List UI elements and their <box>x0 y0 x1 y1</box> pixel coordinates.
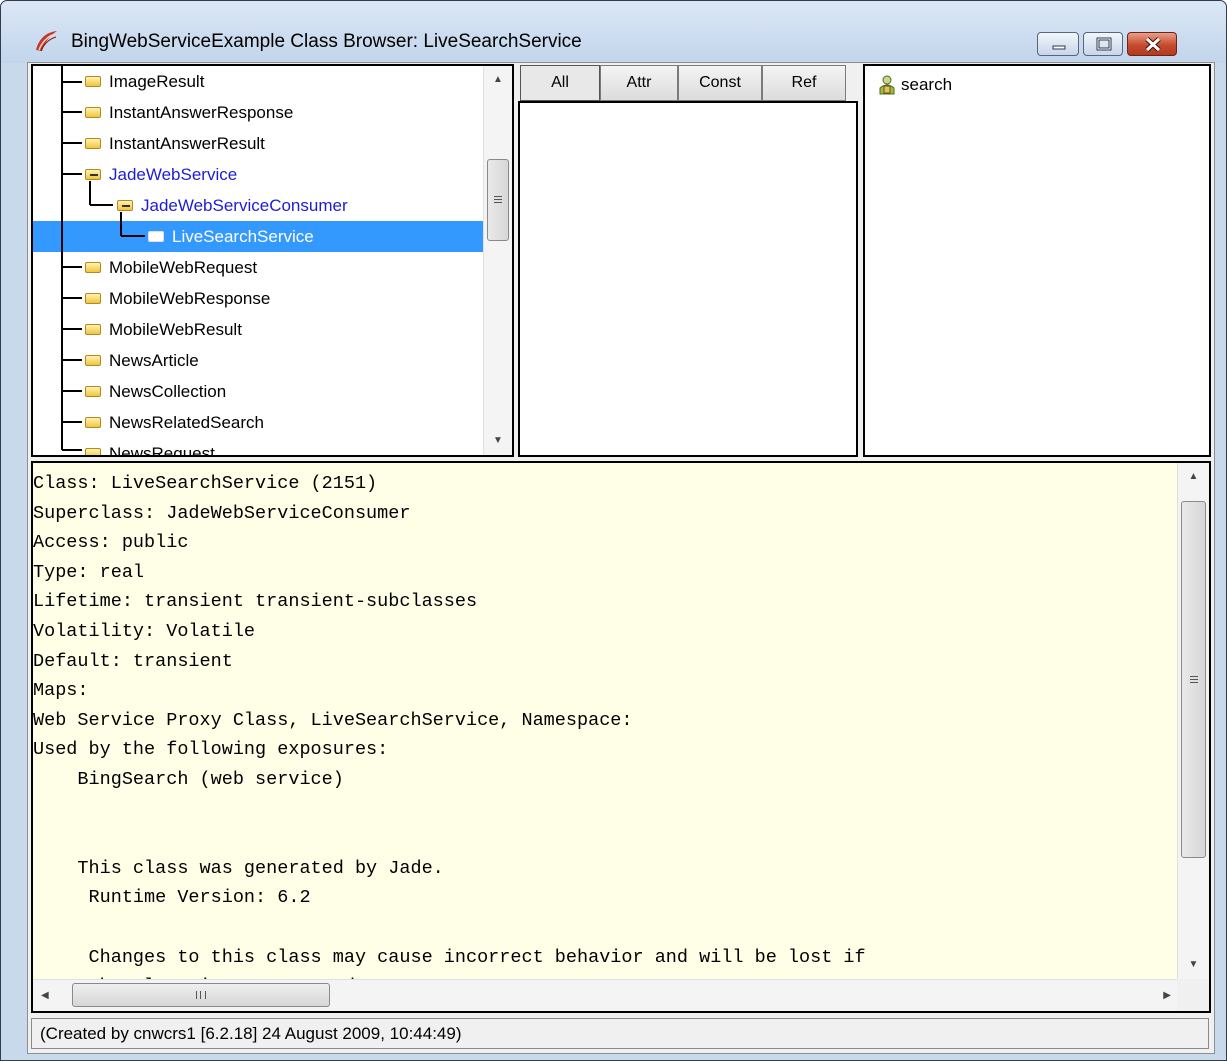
minimize-button[interactable] <box>1037 32 1079 56</box>
definition-line: Default: transient <box>33 650 233 672</box>
definition-line: This class was generated by Jade. <box>33 857 444 879</box>
tree-item-label: JadeWebService <box>109 165 238 184</box>
jade-app-icon <box>36 31 57 52</box>
tab-ref[interactable]: Ref <box>762 65 846 101</box>
tree-item-label: MobileWebRequest <box>109 258 258 277</box>
definition-line: Superclass: JadeWebServiceConsumer <box>33 502 411 524</box>
tree-scroll-thumb[interactable] <box>487 159 509 241</box>
expanded-folder-icon[interactable] <box>117 200 133 211</box>
tree-item-label: NewsRequest <box>109 444 215 455</box>
tree-item-mobilewebrequest[interactable]: MobileWebRequest <box>33 252 483 283</box>
methods-list[interactable]: search <box>863 64 1211 457</box>
close-button[interactable] <box>1127 32 1177 56</box>
method-label: search <box>901 75 953 94</box>
definition-line: BingSearch (web service) <box>33 768 344 790</box>
tree-item-newsrequest[interactable]: NewsRequest <box>33 438 483 455</box>
definition-line: Runtime Version: 6.2 <box>33 887 311 909</box>
tree-vertical-scrollbar[interactable]: ▲ ▼ <box>483 66 512 455</box>
definition-line: Used by the following exposures: <box>33 739 389 761</box>
definition-line: Changes to this class may cause incorrec… <box>33 946 866 968</box>
tree-item-label: InstantAnswerResponse <box>109 103 294 122</box>
class-definition-pane: Class: LiveSearchService (2151) Superclas… <box>31 461 1211 1013</box>
scroll-up-arrow-icon[interactable]: ▲ <box>484 66 512 94</box>
class-folder-icon <box>85 293 101 304</box>
scroll-right-arrow-icon[interactable]: ▶ <box>1163 980 1171 1011</box>
definition-line: Access: public <box>33 532 189 554</box>
class-folder-icon <box>85 417 101 428</box>
class-tree[interactable]: ImageResult InstantAnswerResponse InstantA… <box>33 66 483 455</box>
status-bar: (Created by cnwcrs1 [6.2.18] 24 August 2… <box>31 1018 1209 1049</box>
minimize-icon <box>1052 45 1066 50</box>
definition-line <box>33 795 1179 825</box>
tree-item-jadewebservice[interactable]: JadeWebService <box>33 159 483 190</box>
tree-item-mobilewebresult[interactable]: MobileWebResult <box>33 314 483 345</box>
class-folder-icon <box>85 355 101 366</box>
class-definition-text[interactable]: Class: LiveSearchService (2151) Superclas… <box>33 469 1179 979</box>
tree-item-livesearchservice[interactable]: LiveSearchService <box>33 221 483 252</box>
properties-list[interactable] <box>518 101 858 457</box>
definition-scroll-thumb[interactable] <box>1181 501 1206 858</box>
definition-line: Web Service Proxy Class, LiveSearchServi… <box>33 709 633 731</box>
tree-item-imageresult[interactable]: ImageResult <box>33 66 483 97</box>
tree-item-instantanswerresponse[interactable]: InstantAnswerResponse <box>33 97 483 128</box>
scroll-corner <box>1177 979 1209 1011</box>
class-folder-icon <box>85 386 101 397</box>
tree-item-label: InstantAnswerResult <box>109 134 265 153</box>
class-folder-icon <box>85 262 101 273</box>
tree-item-label: NewsCollection <box>109 382 227 401</box>
collapse-minus-icon <box>90 174 98 176</box>
class-folder-icon <box>85 324 101 335</box>
class-browser-window: BingWebServiceExample Class Browser: Liv… <box>0 0 1227 1061</box>
tab-all[interactable]: All <box>520 65 600 101</box>
scroll-left-arrow-icon[interactable]: ◀ <box>41 980 49 1011</box>
definition-horizontal-scrollbar[interactable]: ◀ ▶ <box>33 979 1179 1011</box>
maximize-icon <box>1096 37 1112 51</box>
class-folder-icon <box>85 138 101 149</box>
collapse-minus-icon <box>122 205 130 207</box>
maximize-button[interactable] <box>1083 32 1123 56</box>
class-hierarchy-pane: ImageResult InstantAnswerResponse InstantA… <box>31 64 514 457</box>
browser-client-area: ImageResult InstantAnswerResponse InstantA… <box>27 62 1215 1054</box>
window-title: BingWebServiceExample Class Browser: Liv… <box>71 31 582 52</box>
definition-line <box>33 824 1179 854</box>
definition-line: Type: real <box>33 561 145 583</box>
definition-line: Lifetime: transient transient-subclasses <box>33 591 478 613</box>
tab-attr[interactable]: Attr <box>600 65 678 101</box>
class-folder-icon <box>85 107 101 118</box>
scroll-down-arrow-icon[interactable]: ▼ <box>484 427 512 455</box>
title-bar[interactable]: BingWebServiceExample Class Browser: Liv… <box>1 1 1226 63</box>
tree-item-newsarticle[interactable]: NewsArticle <box>33 345 483 376</box>
tree-item-jadewebserviceconsumer[interactable]: JadeWebServiceConsumer <box>33 190 483 221</box>
definition-line <box>33 913 1179 943</box>
class-folder-icon <box>85 76 101 87</box>
definition-vertical-scrollbar[interactable]: ▲ ▼ <box>1177 463 1209 979</box>
definition-hscroll-thumb[interactable] <box>72 983 330 1007</box>
definition-line: Class: LiveSearchService (2151) <box>33 473 378 494</box>
tree-item-newsrelatedsearch[interactable]: NewsRelatedSearch <box>33 407 483 438</box>
tree-item-label: LiveSearchService <box>172 227 314 246</box>
definition-line: Volatility: Volatile <box>33 620 256 642</box>
expanded-folder-icon[interactable] <box>85 169 101 180</box>
definition-line: the class is regenerated. <box>33 972 1179 979</box>
tree-item-label: NewsArticle <box>109 351 199 370</box>
scroll-down-arrow-icon[interactable]: ▼ <box>1178 951 1209 979</box>
tree-item-label: MobileWebResponse <box>109 289 271 308</box>
tree-item-label: JadeWebServiceConsumer <box>141 196 348 215</box>
tree-item-newscollection[interactable]: NewsCollection <box>33 376 483 407</box>
property-filter-tabs: All Attr Const Ref <box>520 65 860 101</box>
class-folder-icon <box>148 231 164 242</box>
scroll-up-arrow-icon[interactable]: ▲ <box>1178 463 1209 491</box>
public-method-icon <box>879 75 895 95</box>
tab-const[interactable]: Const <box>678 65 762 101</box>
tree-item-label: ImageResult <box>109 72 205 91</box>
tree-item-label: NewsRelatedSearch <box>109 413 264 432</box>
definition-line: Maps: <box>33 680 89 702</box>
class-folder-icon <box>85 448 101 455</box>
tree-item-label: MobileWebResult <box>109 320 242 339</box>
close-icon <box>1145 37 1161 52</box>
tree-item-instantanswerresult[interactable]: InstantAnswerResult <box>33 128 483 159</box>
tree-item-mobilewebresponse[interactable]: MobileWebResponse <box>33 283 483 314</box>
